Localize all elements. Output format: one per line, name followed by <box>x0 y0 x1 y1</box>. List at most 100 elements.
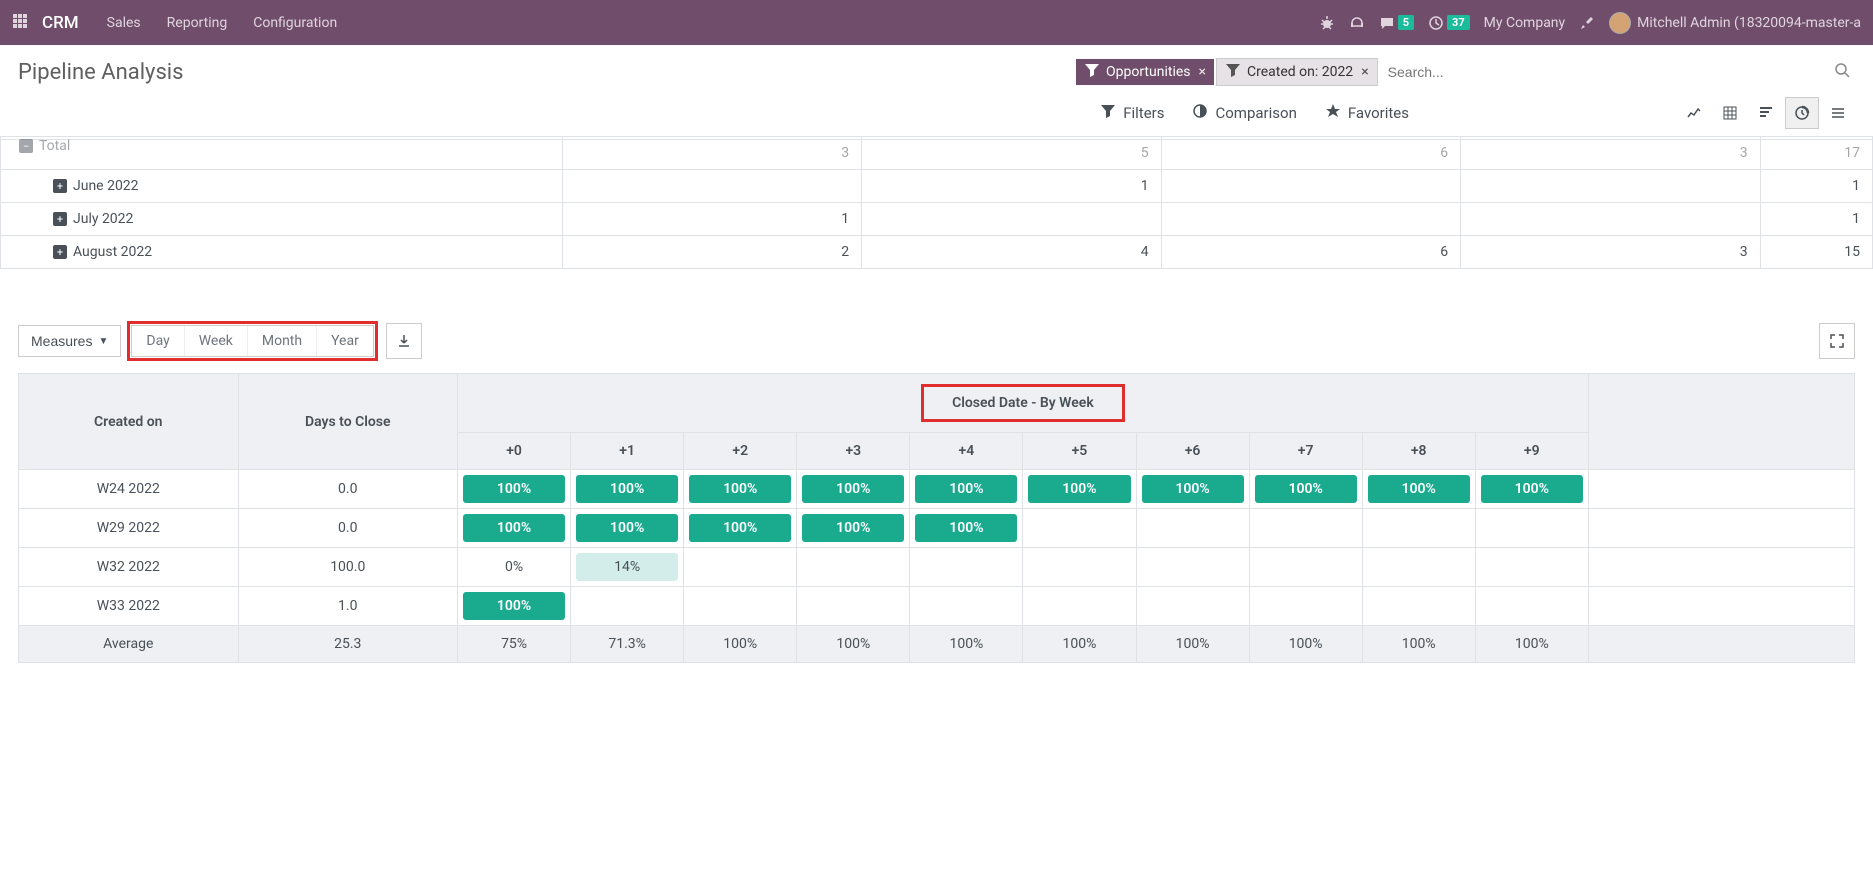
cohort-pct-cell[interactable]: 100% <box>797 509 910 548</box>
cohort-pct-cell[interactable] <box>1136 548 1249 587</box>
filter-chip-created-on[interactable]: Created on: 2022 × <box>1216 58 1378 86</box>
period-week[interactable]: Week <box>185 326 248 356</box>
user-menu[interactable]: Mitchell Admin (18320094-master-a <box>1609 12 1861 34</box>
pivot-view-button[interactable] <box>1713 97 1747 129</box>
cohort-pct-cell[interactable] <box>684 587 797 626</box>
pivot-cell <box>1161 170 1461 203</box>
bug-icon[interactable] <box>1319 15 1335 31</box>
cohort-pct-cell[interactable]: 100% <box>1362 470 1475 509</box>
cohort-controls: Measures ▼ Day Week Month Year <box>0 305 1873 373</box>
comparison-button[interactable]: Comparison <box>1192 103 1296 123</box>
cohort-pct-cell[interactable]: 100% <box>684 470 797 509</box>
cohort-pct-cell[interactable] <box>1362 587 1475 626</box>
plus-icon[interactable]: + <box>53 179 67 193</box>
pivot-row-text: June 2022 <box>73 178 139 194</box>
super-header-highlight: Closed Date - By Week <box>921 384 1125 422</box>
pivot-cell: 4 <box>862 236 1162 269</box>
caret-down-icon: ▼ <box>98 336 108 347</box>
cohort-pct-cell[interactable] <box>1023 509 1136 548</box>
favorites-button[interactable]: Favorites <box>1325 103 1409 123</box>
view-switcher <box>1677 97 1855 129</box>
filter-chip-label: Opportunities <box>1106 64 1191 80</box>
cohort-footer-pct: 100% <box>797 626 910 663</box>
plus-icon[interactable]: + <box>53 212 67 226</box>
cohort-pct-cell[interactable]: 100% <box>571 470 684 509</box>
cohort-pct-cell[interactable]: 100% <box>458 470 571 509</box>
period-day[interactable]: Day <box>132 326 184 356</box>
filters-button[interactable]: Filters <box>1100 103 1164 123</box>
cohort-pct-cell[interactable] <box>1249 509 1362 548</box>
cohort-pct-cell[interactable] <box>1475 587 1588 626</box>
search-input[interactable] <box>1380 60 1500 84</box>
cohort-pct-cell[interactable] <box>1249 548 1362 587</box>
app-brand[interactable]: CRM <box>42 13 79 33</box>
cohort-footer-pct: 100% <box>684 626 797 663</box>
cohort-pct-cell[interactable] <box>571 587 684 626</box>
pivot-row-label[interactable]: +July 2022 <box>13 211 550 227</box>
cohort-pct-cell[interactable]: 100% <box>571 509 684 548</box>
nav-reporting[interactable]: Reporting <box>167 15 228 31</box>
cohort-pct-cell[interactable]: 100% <box>797 470 910 509</box>
download-button[interactable] <box>386 323 422 359</box>
pivot-row-label[interactable]: + June 2022 <box>13 178 550 194</box>
cohort-pct-cell[interactable]: 100% <box>1136 470 1249 509</box>
cohort-pct-cell[interactable]: 0% <box>458 548 571 587</box>
cohort-pct-cell[interactable]: 100% <box>910 470 1023 509</box>
cohort-pct-cell[interactable] <box>910 587 1023 626</box>
cohort-pct-cell[interactable]: 100% <box>684 509 797 548</box>
cohort-pct-cell[interactable] <box>1023 548 1136 587</box>
close-icon[interactable]: × <box>1199 64 1206 80</box>
cohort-pct-cell[interactable]: 100% <box>458 509 571 548</box>
nav-configuration[interactable]: Configuration <box>253 15 337 31</box>
messages-icon[interactable]: 5 <box>1379 15 1414 31</box>
graph-view-button[interactable] <box>1677 97 1711 129</box>
cohort-pct-cell[interactable] <box>910 548 1023 587</box>
cohort-pct-cell[interactable]: 100% <box>1249 470 1362 509</box>
plus-icon[interactable]: + <box>53 245 67 259</box>
cohort-pct-cell[interactable]: 100% <box>910 509 1023 548</box>
minus-icon[interactable]: − <box>19 139 33 153</box>
filter-chip-label: Created on: 2022 <box>1247 64 1353 80</box>
tools-icon[interactable] <box>1579 15 1595 31</box>
expand-button[interactable] <box>1819 323 1855 359</box>
cohort-footer-pct: 100% <box>1475 626 1588 663</box>
pivot-row-label[interactable]: +August 2022 <box>13 244 550 260</box>
cohort-footer-label: Average <box>19 626 239 663</box>
cohort-pct-cell[interactable] <box>1023 587 1136 626</box>
pivot-row-label[interactable]: −Total <box>13 138 550 154</box>
nav-sales[interactable]: Sales <box>107 15 141 31</box>
cohort-pct-cell[interactable] <box>1475 548 1588 587</box>
cohort-view-button[interactable] <box>1785 97 1819 129</box>
company-switch[interactable]: My Company <box>1484 15 1566 31</box>
support-icon[interactable] <box>1349 15 1365 31</box>
cohort-pct-cell[interactable]: 14% <box>571 548 684 587</box>
activities-icon[interactable]: 37 <box>1428 15 1470 31</box>
cohort-pct-cell[interactable]: 100% <box>1023 470 1136 509</box>
cohort-pct-cell[interactable] <box>1136 587 1249 626</box>
cohort-pct-cell[interactable] <box>797 548 910 587</box>
cohort-pct-cell[interactable] <box>1362 548 1475 587</box>
cohort-pct-cell[interactable] <box>1249 587 1362 626</box>
cohort-pct-cell[interactable] <box>1475 509 1588 548</box>
cohort-pct-cell[interactable] <box>797 587 910 626</box>
pivot-cell: 3 <box>562 137 862 170</box>
period-month[interactable]: Month <box>248 326 317 356</box>
pivot-cell: 1 <box>1760 203 1872 236</box>
menu-view-button[interactable] <box>1821 97 1855 129</box>
cohort-pct-cell[interactable]: 100% <box>1475 470 1588 509</box>
pivot-cell: 5 <box>862 137 1162 170</box>
cohort-pct-cell[interactable] <box>1136 509 1249 548</box>
cohort-pct-cell[interactable]: 100% <box>458 587 571 626</box>
cohort-pct-cell[interactable] <box>684 548 797 587</box>
close-icon[interactable]: × <box>1361 64 1368 80</box>
filter-chip-opportunities[interactable]: Opportunities × <box>1076 59 1214 85</box>
search-icon[interactable] <box>1830 58 1854 86</box>
period-year[interactable]: Year <box>317 326 373 356</box>
cohort-pct-cell[interactable] <box>1362 509 1475 548</box>
apps-icon[interactable] <box>12 13 28 33</box>
pivot-cell: 6 <box>1161 137 1461 170</box>
user-name: Mitchell Admin (18320094-master-a <box>1637 15 1861 31</box>
measures-button[interactable]: Measures ▼ <box>18 325 121 357</box>
list-view-button[interactable] <box>1749 97 1783 129</box>
pivot-cell <box>862 203 1162 236</box>
